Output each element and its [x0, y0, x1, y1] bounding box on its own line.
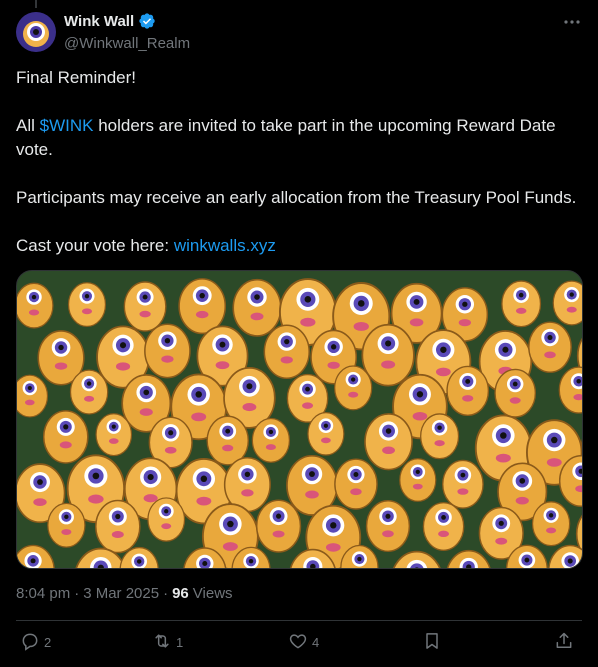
reply-button[interactable]: 2	[20, 631, 51, 654]
creature	[399, 458, 437, 502]
like-button[interactable]: 4	[288, 631, 319, 654]
creature	[494, 368, 537, 418]
creature	[232, 278, 282, 337]
creature	[263, 324, 310, 380]
reply-icon	[20, 631, 40, 654]
thread-line	[35, 0, 37, 8]
cashtag-link[interactable]: $WINK	[40, 116, 94, 135]
more-icon[interactable]	[562, 12, 582, 32]
creature	[123, 281, 167, 332]
creature	[95, 499, 141, 554]
creature	[528, 321, 572, 373]
creature	[17, 374, 49, 418]
creature	[42, 410, 89, 464]
post-text: Final Reminder! All $WINK holders are in…	[16, 66, 582, 258]
creature	[67, 282, 107, 328]
post-line-3: Participants may receive an early alloca…	[16, 188, 577, 207]
creature	[501, 280, 542, 328]
post-meta: 8:04 pm · 3 Mar 2025 · 96 Views	[16, 585, 233, 602]
author-name-row[interactable]: Wink Wall	[64, 12, 156, 30]
creature	[334, 365, 373, 411]
creature	[47, 502, 86, 548]
creature	[442, 459, 484, 509]
creature	[255, 499, 302, 553]
creature	[206, 415, 249, 466]
post-image[interactable]	[16, 270, 583, 569]
avatar[interactable]	[16, 12, 56, 52]
creature	[446, 365, 490, 416]
creature	[178, 278, 227, 335]
action-bar: 2 1 4	[16, 631, 582, 657]
creature	[307, 412, 345, 456]
creature	[69, 369, 109, 415]
post-line-2: All $WINK holders are invited to take pa…	[16, 114, 582, 162]
post-line-4-pre: Cast your vote here:	[16, 236, 174, 255]
creature	[420, 413, 460, 460]
post-line-4: Cast your vote here: winkwalls.xyz	[16, 234, 582, 258]
bookmark-button[interactable]	[422, 631, 442, 654]
repost-button[interactable]: 1	[152, 631, 183, 654]
reply-count: 2	[44, 635, 52, 650]
divider	[16, 620, 582, 621]
post-line-2-post: holders are invited to take part in the …	[16, 116, 556, 159]
creature	[17, 282, 54, 329]
creature	[251, 417, 291, 463]
creature	[364, 413, 413, 471]
post-date[interactable]: 3 Mar 2025	[83, 585, 159, 602]
post-line-2-pre: All	[16, 116, 40, 135]
share-button[interactable]	[554, 631, 574, 654]
creature	[147, 497, 186, 542]
post-line-1: Final Reminder!	[16, 68, 136, 87]
post-time[interactable]: 8:04 pm	[16, 585, 70, 602]
creature	[95, 413, 133, 457]
creature	[422, 502, 465, 552]
creature	[334, 458, 378, 510]
views-label: Views	[192, 585, 233, 602]
repost-count: 1	[176, 635, 184, 650]
repost-icon	[152, 631, 172, 654]
vote-link[interactable]: winkwalls.xyz	[174, 236, 276, 255]
bookmark-icon	[422, 631, 442, 654]
views-count: 96	[172, 585, 189, 602]
like-count: 4	[312, 635, 320, 650]
author-display-name[interactable]: Wink Wall	[64, 13, 134, 30]
crowd-illustration	[17, 271, 582, 568]
creature	[144, 323, 191, 379]
creature	[365, 500, 411, 553]
creature	[361, 323, 415, 387]
creature	[531, 501, 571, 547]
meta-separator: ·	[74, 585, 80, 602]
share-icon	[554, 631, 574, 654]
author-handle[interactable]: @Winkwall_Realm	[64, 35, 190, 52]
verified-icon	[138, 12, 156, 30]
like-icon	[288, 631, 308, 654]
meta-separator: ·	[163, 585, 169, 602]
